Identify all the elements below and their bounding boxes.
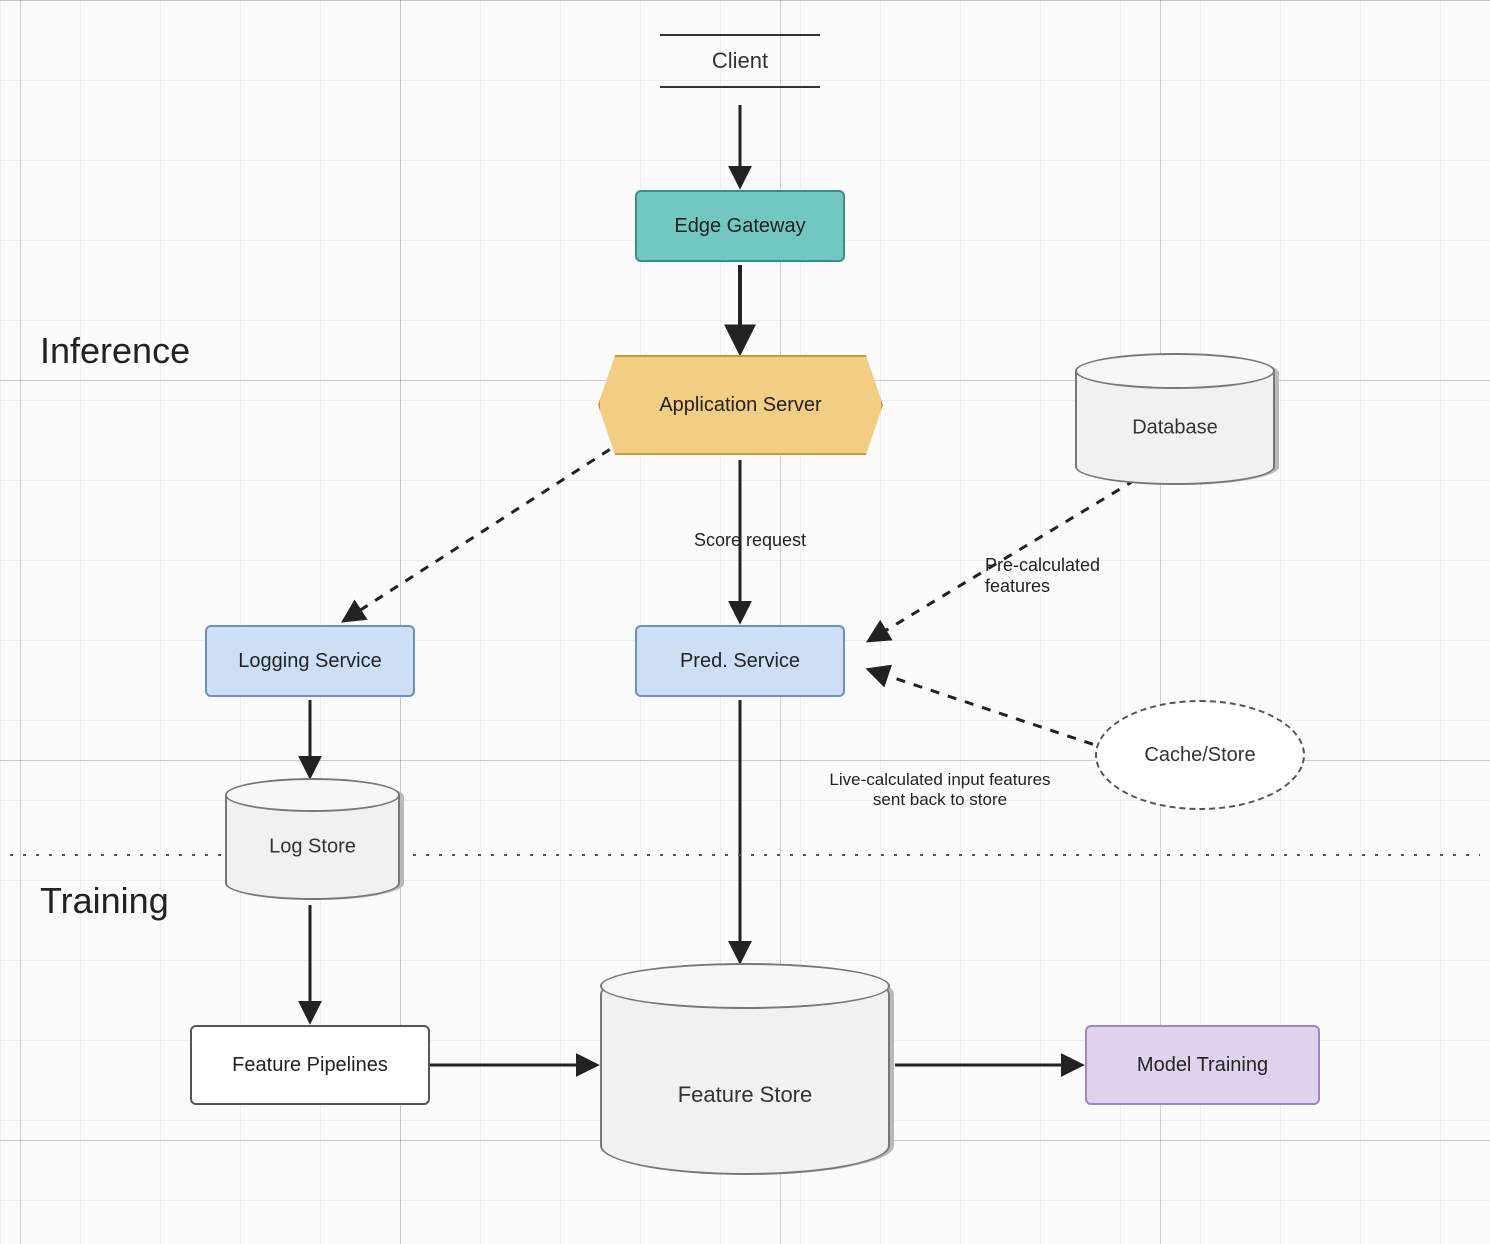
feature-pipelines-node[interactable]: Feature Pipelines [190,1025,430,1105]
feature-store-label: Feature Store [600,1082,890,1108]
section-label-training: Training [40,880,169,922]
edge-gateway-node[interactable]: Edge Gateway [635,190,845,262]
logging-service-node[interactable]: Logging Service [205,625,415,697]
log-store-label: Log Store [225,836,400,859]
pred-service-node[interactable]: Pred. Service [635,625,845,697]
application-server-label: Application Server [659,394,821,417]
feature-store-node[interactable]: Feature Store [600,965,890,1175]
logging-service-label: Logging Service [238,650,381,673]
edge-label-db-to-pred: Pre-calculated features [985,555,1195,597]
cache-label: Cache/Store [1144,744,1255,767]
pred-service-label: Pred. Service [680,650,800,673]
client-actor: Client [660,30,820,92]
edge-label-pred-to-store: Live-calculated input features sent back… [775,770,1105,810]
cache-node[interactable]: Cache/Store [1095,700,1305,810]
model-training-label: Model Training [1137,1054,1268,1077]
section-label-inference: Inference [40,330,190,372]
edge-label-app-to-pred: Score request [660,530,840,551]
application-server-node[interactable]: Application Server [598,355,883,455]
edge-gateway-label: Edge Gateway [674,215,805,238]
model-training-node[interactable]: Model Training [1085,1025,1320,1105]
log-store-node[interactable]: Log Store [225,780,400,900]
database-node[interactable]: Database [1075,355,1275,485]
feature-pipelines-label: Feature Pipelines [232,1054,388,1077]
client-label: Client [660,40,820,82]
database-label: Database [1075,416,1275,439]
